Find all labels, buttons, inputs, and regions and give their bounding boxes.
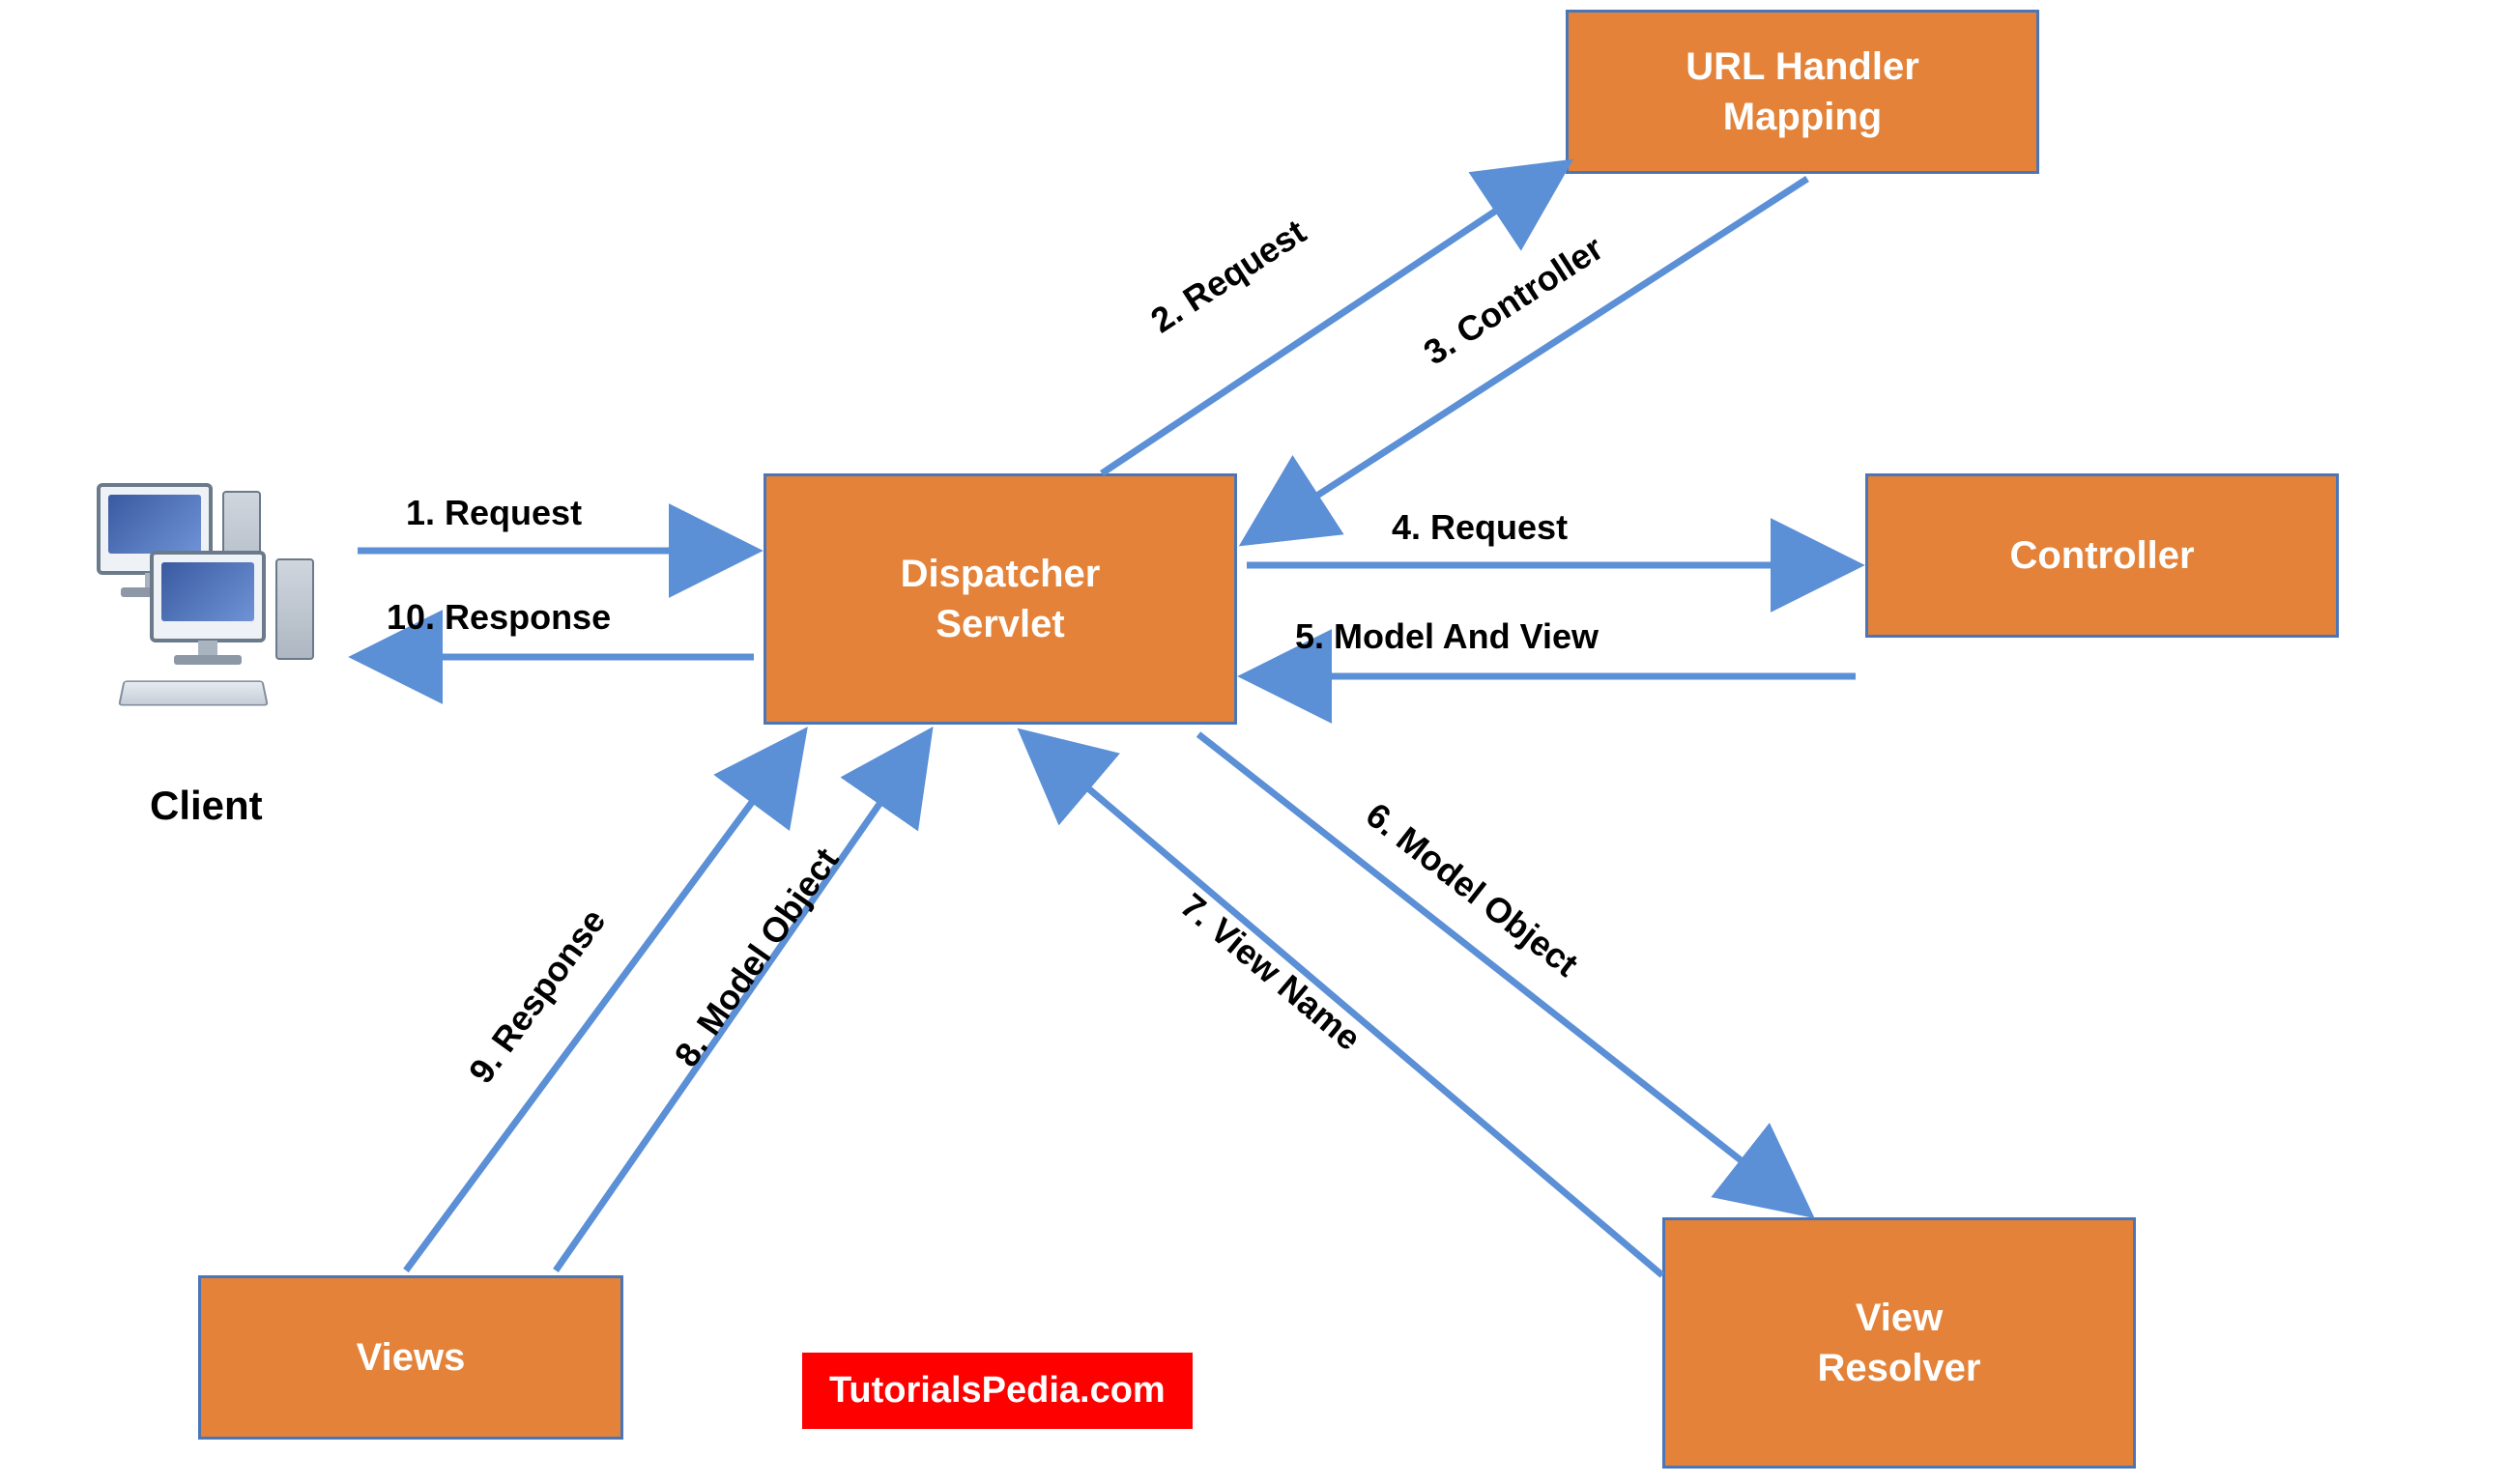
label-7-view-name: 7. View Name xyxy=(1172,885,1369,1059)
url-handler-line2: Mapping xyxy=(1723,92,1882,142)
box-url-handler-mapping: URL Handler Mapping xyxy=(1566,10,2039,174)
credit-badge: TutorialsPedia.com xyxy=(802,1353,1193,1429)
dispatcher-line1: Dispatcher xyxy=(901,549,1101,599)
arrow-7-view-name xyxy=(1024,734,1662,1275)
box-controller: Controller xyxy=(1865,473,2339,638)
url-handler-line1: URL Handler xyxy=(1686,42,1919,92)
label-6-model-object: 6. Model Object xyxy=(1358,795,1586,985)
client-computers-icon xyxy=(97,483,348,734)
label-4-request: 4. Request xyxy=(1392,507,1568,548)
label-9-response: 9. Response xyxy=(461,901,615,1091)
arrow-3-controller xyxy=(1247,179,1807,541)
label-5-model-and-view: 5. Model And View xyxy=(1295,616,1599,657)
view-resolver-line2: Resolver xyxy=(1818,1343,1981,1393)
label-2-request: 2. Request xyxy=(1143,212,1313,341)
view-resolver-line1: View xyxy=(1856,1293,1943,1343)
controller-line1: Controller xyxy=(2009,530,2194,581)
label-1-request: 1. Request xyxy=(406,493,582,533)
box-view-resolver: View Resolver xyxy=(1662,1217,2136,1469)
label-8-model-object: 8. Model Object xyxy=(667,841,848,1074)
label-3-controller: 3. Controller xyxy=(1417,228,1611,374)
box-views: Views xyxy=(198,1275,623,1440)
box-dispatcher-servlet: Dispatcher Servlet xyxy=(764,473,1237,725)
client-label: Client xyxy=(150,783,263,829)
dispatcher-line2: Servlet xyxy=(936,599,1064,649)
label-10-response: 10. Response xyxy=(387,597,611,638)
views-line1: Views xyxy=(357,1332,466,1383)
